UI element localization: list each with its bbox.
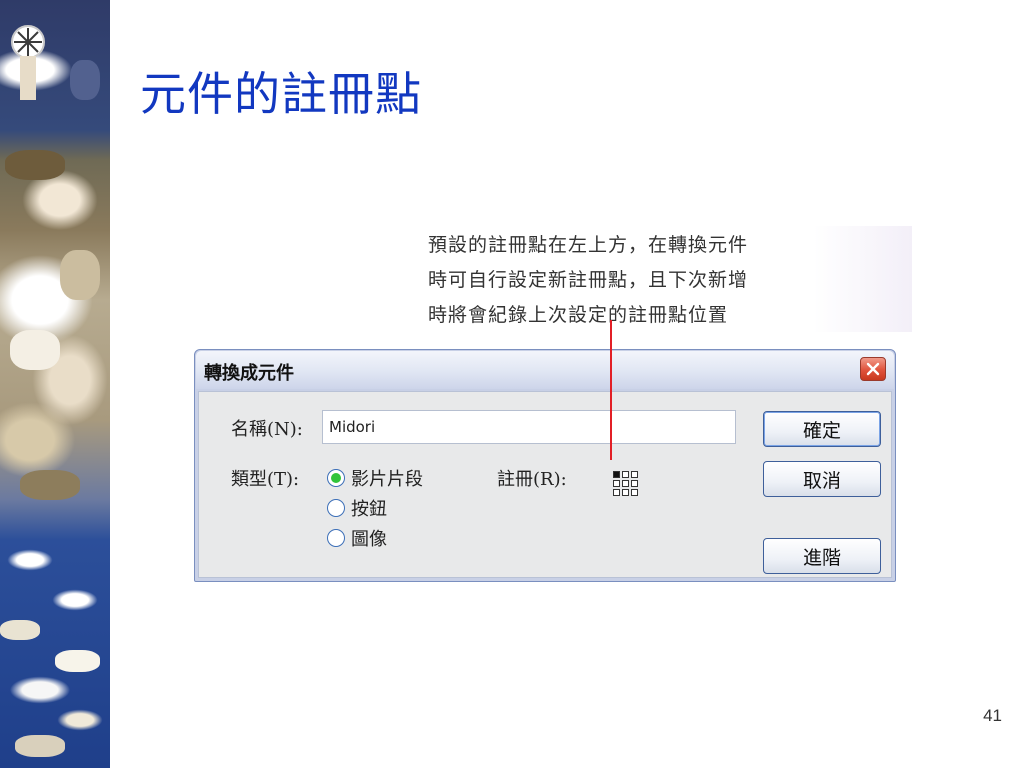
- dialog-titlebar[interactable]: 轉換成元件: [196, 351, 894, 389]
- close-icon: [866, 362, 880, 376]
- reg-point-bottom-center[interactable]: [622, 489, 629, 496]
- name-label: 名稱(N):: [231, 419, 303, 440]
- radio-button-unchecked[interactable]: [327, 499, 345, 517]
- radio-button-type[interactable]: 按鈕: [327, 495, 387, 521]
- radio-label: 影片片段: [351, 469, 423, 490]
- slide-title: 元件的註冊點: [140, 67, 422, 121]
- radio-label: 按鈕: [351, 499, 387, 520]
- reg-point-middle-left[interactable]: [613, 480, 620, 487]
- registration-label: 註冊(R):: [497, 469, 567, 490]
- radio-label: 圖像: [351, 529, 387, 550]
- radio-movie-clip[interactable]: 影片片段: [327, 465, 423, 491]
- radio-graphic[interactable]: 圖像: [327, 525, 387, 551]
- windmill-icon: [11, 25, 45, 100]
- dialog-title: 轉換成元件: [204, 363, 294, 384]
- annotation-line: 預設的註冊點在左上方，在轉換元件: [428, 234, 749, 256]
- type-label: 類型(T):: [231, 469, 300, 490]
- radio-button-checked[interactable]: [327, 469, 345, 487]
- annotation-line: 時將會紀錄上次設定的註冊點位置: [428, 304, 729, 326]
- cancel-button[interactable]: 取消: [763, 461, 881, 497]
- reg-point-top-right[interactable]: [631, 471, 638, 478]
- dialog-body: 名稱(N): 類型(T): 影片片段 按鈕 圖像 註冊(R): 確定: [198, 391, 892, 578]
- advanced-button[interactable]: 進階: [763, 538, 881, 574]
- reg-point-bottom-left[interactable]: [613, 489, 620, 496]
- ok-button[interactable]: 確定: [763, 411, 881, 447]
- reg-point-top-center[interactable]: [622, 471, 629, 478]
- radio-button-unchecked[interactable]: [327, 529, 345, 547]
- symbol-name-input[interactable]: [322, 410, 736, 444]
- reg-point-center[interactable]: [622, 480, 629, 487]
- decorative-painting: [0, 0, 110, 768]
- page-number: 41: [983, 706, 1002, 725]
- annotation-line: 時可自行設定新註冊點，且下次新增: [428, 269, 749, 291]
- close-button[interactable]: [860, 357, 886, 381]
- registration-point-grid[interactable]: [613, 471, 640, 498]
- convert-to-symbol-dialog: 轉換成元件 名稱(N): 類型(T): 影片片段 按鈕 圖像 註冊(R):: [194, 349, 896, 582]
- reg-point-top-left[interactable]: [613, 471, 620, 478]
- reg-point-middle-right[interactable]: [631, 480, 638, 487]
- reg-point-bottom-right[interactable]: [631, 489, 638, 496]
- callout-pointer-line: [610, 320, 612, 460]
- annotation-callout: 預設的註冊點在左上方，在轉換元件 時可自行設定新註冊點，且下次新增 時將會紀錄上…: [418, 226, 912, 332]
